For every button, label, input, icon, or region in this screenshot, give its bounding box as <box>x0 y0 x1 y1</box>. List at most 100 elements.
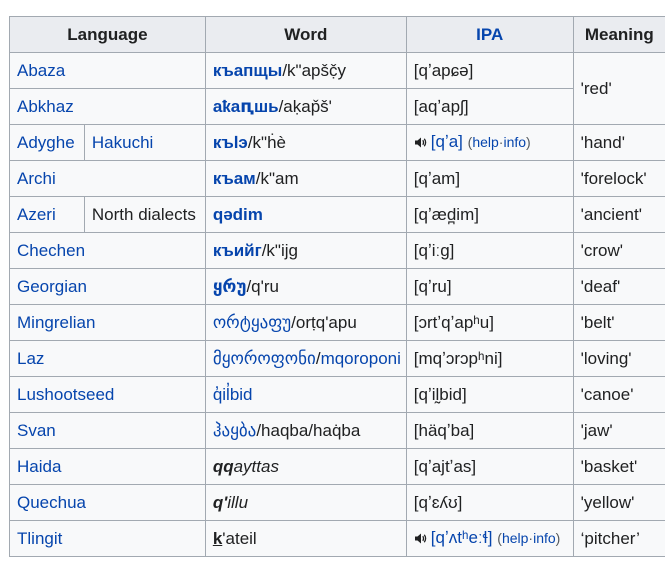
word-cell: къӏэ/k"ḣè <box>204 124 407 161</box>
table-row: Chechen къийг/k"ijg [qʼiːg] 'crow' <box>9 232 665 269</box>
language-link[interactable]: Abkhaz <box>17 97 74 116</box>
help-link[interactable]: help <box>472 134 498 150</box>
word-cell: къийг/k"ijg <box>204 232 407 269</box>
dialect-cell: North dialects <box>83 196 206 233</box>
header-ipa[interactable]: IPA <box>405 16 574 53</box>
word-link[interactable]: მყოროფონი <box>213 349 316 368</box>
word-cell: qədim <box>204 196 407 233</box>
word-italic: ayttas <box>233 456 279 476</box>
ipa-cell: [qʼil̰bid] <box>405 376 574 413</box>
meaning-cell: 'hand' <box>572 124 665 161</box>
dialect-cell: Hakuchi <box>83 124 206 161</box>
meaning-cell: 'loving' <box>572 340 665 377</box>
languages-table: Language Word IPA Meaning Abaza къапщы/k… <box>9 16 665 557</box>
ipa-cell: [aqʼapʃ] <box>405 88 574 125</box>
language-link[interactable]: Mingrelian <box>17 313 95 332</box>
info-link[interactable]: info <box>503 134 526 150</box>
language-cell: Laz <box>9 340 206 377</box>
ipa-cell: [qʼa] (help·info) <box>405 124 574 161</box>
language-cell: Lushootseed <box>9 376 206 413</box>
word-bold: qq <box>212 456 234 476</box>
word-cell: ყრუ/q'ru <box>204 268 407 305</box>
meaning-cell: 'belt' <box>572 304 665 341</box>
word-cell: къам/k"am <box>204 160 407 197</box>
word-link[interactable]: ორტყაფუ <box>213 313 291 332</box>
word-transliteration: /k"am <box>255 168 299 188</box>
help-info: (help·info) <box>467 133 531 150</box>
word-italic: illu <box>227 492 249 512</box>
language-cell: Haida <box>9 448 206 485</box>
meaning-cell: 'ancient' <box>572 196 665 233</box>
language-link[interactable]: Georgian <box>17 277 87 296</box>
table-row: Abkhaz аҟаԥшь/aḳap̌š' [aqʼapʃ] <box>9 88 665 125</box>
table-row: Lushootseed q̓il̓bid [qʼil̰bid] 'canoe' <box>9 376 665 413</box>
language-cell: Adyghe <box>9 124 85 161</box>
word-link[interactable]: аҟаԥшь <box>213 97 279 116</box>
language-link[interactable]: Abaza <box>17 61 65 80</box>
ipa-cell: [qʼapɕə] <box>405 52 574 89</box>
speaker-icon[interactable] <box>414 134 427 154</box>
header-meaning[interactable]: Meaning <box>572 16 665 53</box>
ipa-audio-link[interactable]: [qʼa] <box>431 132 463 151</box>
help-link[interactable]: help <box>502 530 528 546</box>
language-cell: Abkhaz <box>9 88 206 125</box>
language-link[interactable]: Tlingit <box>17 529 62 548</box>
word-link[interactable]: ყრუ <box>213 277 247 296</box>
word-link[interactable]: ჰაყბა <box>213 421 257 440</box>
language-cell: Tlingit <box>9 520 206 557</box>
info-link[interactable]: info <box>533 530 556 546</box>
word-link[interactable]: къийг <box>213 241 262 260</box>
speaker-icon[interactable] <box>414 530 427 550</box>
ipa-cell: [ɔrtʼqʼapʰu] <box>405 304 574 341</box>
word-link[interactable]: къӏэ <box>213 133 248 152</box>
word-transliteration: /orṭq'apu <box>291 312 357 332</box>
language-link[interactable]: Azeri <box>17 205 56 224</box>
language-link[interactable]: Haida <box>17 457 61 476</box>
word-transliteration: /aḳap̌š' <box>278 96 332 116</box>
language-cell: Svan <box>9 412 206 449</box>
word-link[interactable]: qədim <box>213 205 263 224</box>
meaning-cell: 'canoe' <box>572 376 665 413</box>
dialect-link[interactable]: Hakuchi <box>92 133 153 152</box>
table-row: Quechua q'illu [qʼɛʎʊ] 'yellow' <box>9 484 665 521</box>
language-link[interactable]: Lushootseed <box>17 385 114 404</box>
word-transliteration: /q'ru <box>246 276 279 296</box>
table-row: Azeri North dialects qədim [qʼæd̪im] 'an… <box>9 196 665 233</box>
language-link[interactable]: Laz <box>17 349 44 368</box>
ipa-audio-link[interactable]: [qʼʌtʰeːɬ] <box>431 528 493 547</box>
word-link[interactable]: къапщы <box>213 61 283 80</box>
language-link[interactable]: Chechen <box>17 241 85 260</box>
help-info: (help·info) <box>497 529 561 546</box>
word-link[interactable]: q̓il̓bid <box>213 385 253 404</box>
word-link[interactable]: къам <box>213 169 256 188</box>
ipa-cell: [qʼæd̪im] <box>405 196 574 233</box>
header-language[interactable]: Language <box>9 16 206 53</box>
language-link[interactable]: Adyghe <box>17 133 75 152</box>
meaning-cell: 'red' <box>572 52 665 125</box>
header-ipa-link[interactable]: IPA <box>476 25 503 44</box>
table-row: Tlingit k'ateil [qʼʌtʰeːɬ] (help·info) ‘… <box>9 520 665 557</box>
language-cell: Chechen <box>9 232 206 269</box>
word-transliteration: /k"ijg <box>261 240 298 260</box>
language-link[interactable]: Svan <box>17 421 56 440</box>
table-row: Svan ჰაყბა/haqba/haq̇ba [häqʼba] 'jaw' <box>9 412 665 449</box>
word-cell: მყოროფონი/mqoroponi <box>204 340 407 377</box>
word-bold: k <box>212 528 223 548</box>
table-row: Adyghe Hakuchi къӏэ/k"ḣè [qʼa] (help·inf… <box>9 124 665 161</box>
word-link-latin[interactable]: mqoroponi <box>321 349 401 368</box>
word-transliteration: /haqba/haq̇ba <box>256 420 361 440</box>
word-cell: q'illu <box>204 484 407 521</box>
table-row: Laz მყოროფონი/mqoroponi [mqʼɔrɔpʰni] 'lo… <box>9 340 665 377</box>
language-link[interactable]: Archi <box>17 169 56 188</box>
language-cell: Abaza <box>9 52 206 89</box>
ipa-cell: [qʼʌtʰeːɬ] (help·info) <box>405 520 574 557</box>
table-row: Mingrelian ორტყაფუ/orṭq'apu [ɔrtʼqʼapʰu]… <box>9 304 665 341</box>
ipa-cell: [häqʼba] <box>405 412 574 449</box>
ipa-cell: [qʼɛʎʊ] <box>405 484 574 521</box>
language-link[interactable]: Quechua <box>17 493 86 512</box>
meaning-cell: ‘pitcher’ <box>572 520 665 557</box>
word-transliteration: 'ateil <box>222 528 257 548</box>
meaning-cell: 'forelock' <box>572 160 665 197</box>
header-word[interactable]: Word <box>204 16 407 53</box>
word-cell: k'ateil <box>204 520 407 557</box>
